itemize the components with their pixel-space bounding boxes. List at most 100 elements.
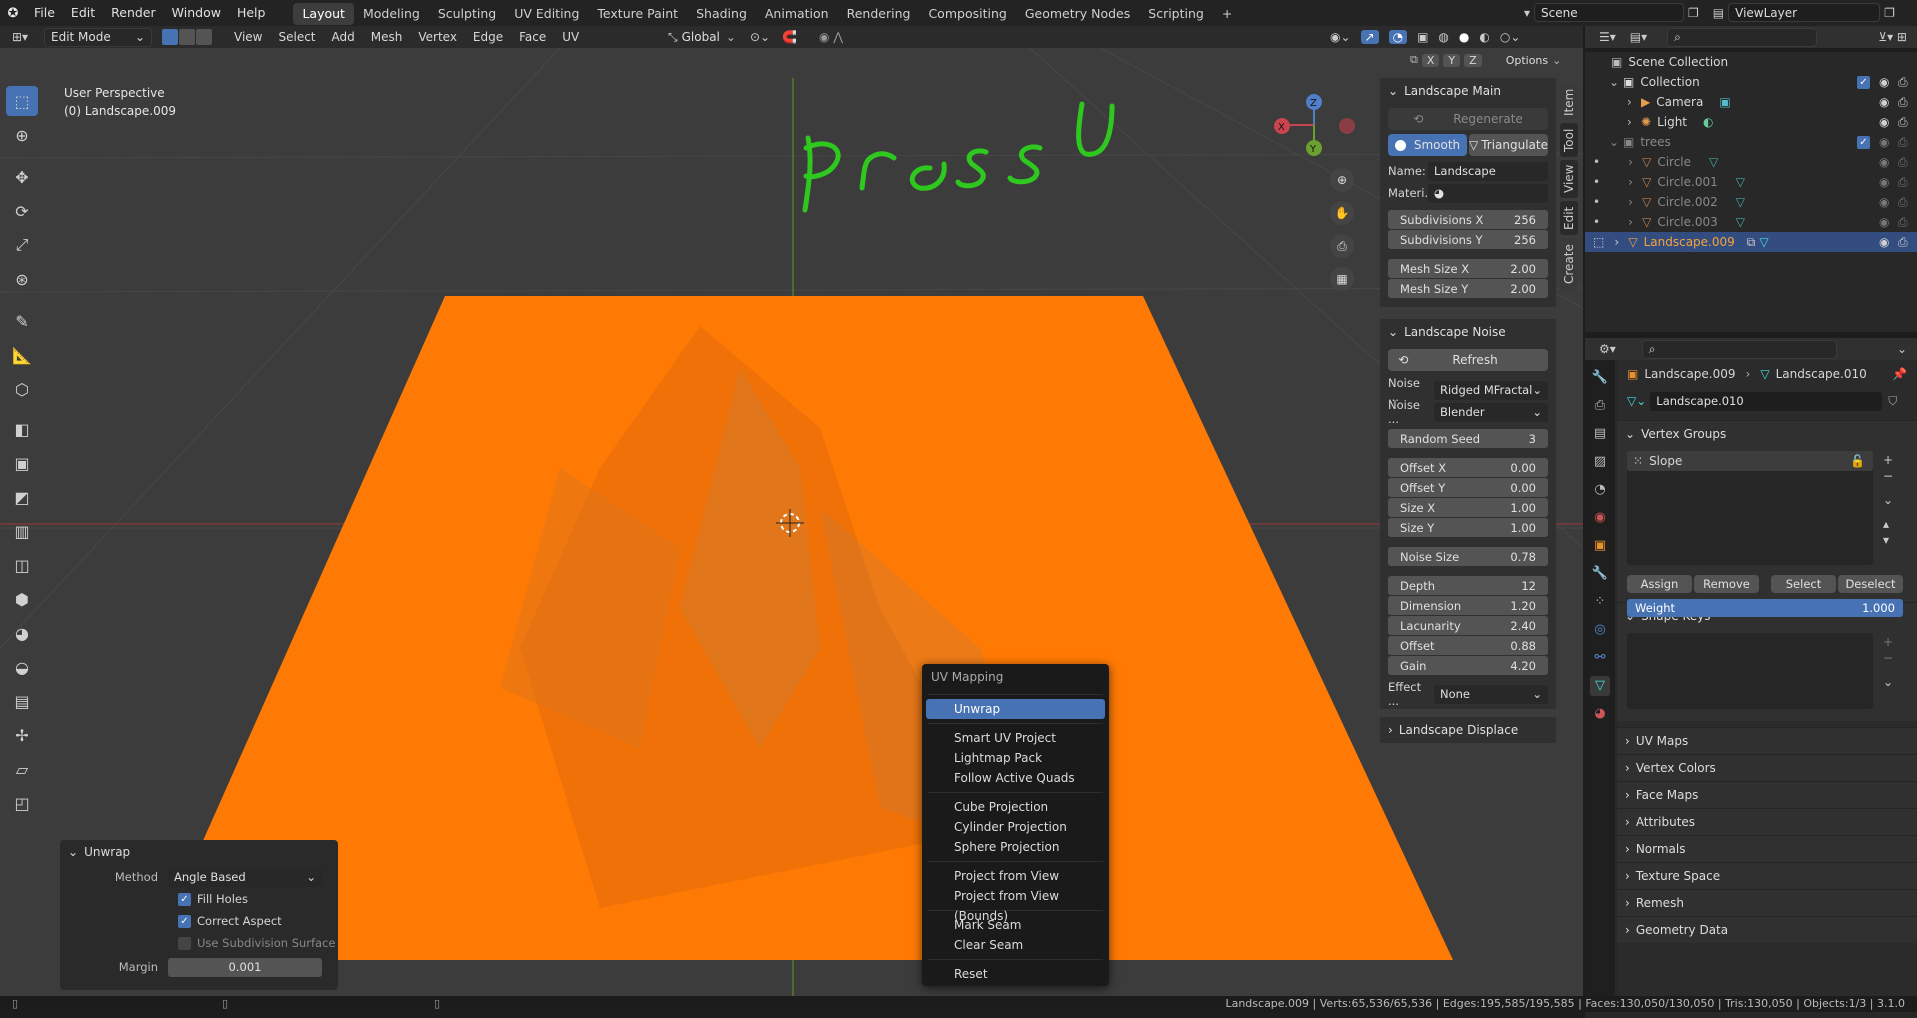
method-select[interactable]: Angle Based ⌄ — [168, 867, 322, 887]
outliner-search[interactable]: ⌕ — [1667, 27, 1818, 47]
noise-type-select[interactable]: Ridged MFractal ⌄ — [1434, 380, 1548, 400]
triangulate-toggle[interactable]: ▽ Triangulate — [1468, 134, 1548, 156]
lock-icon[interactable]: 🔓 — [1850, 454, 1865, 468]
vertex-select-icon[interactable] — [162, 29, 178, 45]
attributes-header[interactable]: › Attributes — [1617, 808, 1917, 835]
copy-icon[interactable]: ❐ — [1884, 6, 1895, 20]
tab-compositing[interactable]: Compositing — [919, 3, 1015, 25]
camera-icon[interactable]: ⎙ — [1898, 75, 1908, 90]
face-select-icon[interactable] — [196, 29, 212, 45]
vertex-groups-header[interactable]: ⌄ Vertex Groups — [1617, 420, 1917, 447]
shrink-fatten-icon[interactable]: ✢ — [6, 720, 38, 750]
chevron-down-icon[interactable]: ⌄ — [1883, 493, 1893, 507]
margin-field[interactable]: 0.001 — [168, 957, 322, 977]
pivot-icon[interactable]: ⊙⌄ — [750, 30, 770, 44]
menu-item-unwrap[interactable]: Unwrap — [926, 699, 1105, 719]
outliner-camera[interactable]: › ▶ Camera ▣ ◉ ⎙ — [1585, 92, 1917, 112]
vertex-group-slope[interactable]: ⁙ Slope 🔓 — [1627, 451, 1873, 471]
menu-vertex[interactable]: Vertex — [410, 30, 465, 44]
geometry-data-header[interactable]: › Geometry Data — [1617, 916, 1917, 943]
tab-sculpting[interactable]: Sculpting — [429, 3, 505, 25]
menu-select[interactable]: Select — [270, 30, 323, 44]
texture-space-header[interactable]: › Texture Space — [1617, 862, 1917, 889]
shading-material-icon[interactable]: ◐ — [1479, 30, 1489, 44]
camera-icon[interactable]: ⎙ — [1898, 135, 1908, 150]
move-down-icon[interactable]: ▾ — [1883, 533, 1893, 547]
tab-rendering[interactable]: Rendering — [838, 3, 920, 25]
assign-button[interactable]: Assign — [1627, 575, 1692, 593]
outliner-circle-001[interactable]: • › ▽ Circle.001 ▽ ◉ ⎙ — [1585, 172, 1917, 192]
subdivisions-x-field[interactable]: Subdivisions X 256 — [1388, 210, 1548, 229]
camera-icon[interactable]: ⎙ — [1898, 115, 1908, 130]
material-field[interactable]: ◕ — [1428, 183, 1548, 203]
physics-tab-icon[interactable]: ◎ — [1590, 620, 1610, 640]
tab-create[interactable]: Create — [1560, 238, 1578, 290]
menu-edit[interactable]: Edit — [63, 0, 103, 26]
outliner-landscape-selected[interactable]: ⬚ › ▽ Landscape.009 ⧉ ▽ ◉ ⎙ — [1585, 232, 1917, 252]
menu-add[interactable]: Add — [324, 30, 363, 44]
proportional-edit-icon[interactable]: ◉ ⋀ — [819, 30, 843, 44]
tab-shading[interactable]: Shading — [687, 3, 756, 25]
subdivision-checkbox[interactable] — [178, 936, 191, 950]
mesh-browse-icon[interactable]: ▽⌄ — [1627, 394, 1646, 408]
menu-item-clear-seam[interactable]: Clear Seam — [922, 935, 1109, 955]
add-icon[interactable]: + — [1883, 453, 1893, 467]
particles-tab-icon[interactable]: ⁘ — [1590, 592, 1610, 612]
menu-item-project-from-view-bounds[interactable]: Project from View (Bounds) — [922, 886, 1109, 923]
poly-build-icon[interactable]: ⬢ — [6, 584, 38, 614]
menu-window[interactable]: Window — [164, 0, 229, 26]
add-workspace-icon[interactable]: + — [1213, 3, 1241, 25]
tab-layout[interactable]: Layout — [293, 2, 354, 25]
axis-x-toggle[interactable]: X — [1421, 53, 1440, 67]
smooth-toggle[interactable]: Smooth — [1388, 134, 1467, 156]
editor-type-icon[interactable]: ⊞▾ — [0, 30, 40, 44]
noise-size-field[interactable]: Noise Size 0.78 — [1388, 547, 1548, 566]
chevron-down-icon[interactable]: ⌄ — [1897, 342, 1907, 356]
menu-mesh[interactable]: Mesh — [363, 30, 411, 44]
tab-edit[interactable]: Edit — [1560, 201, 1578, 235]
menu-item-follow-active-quads[interactable]: Follow Active Quads — [922, 768, 1109, 788]
tab-uv-editing[interactable]: UV Editing — [505, 3, 588, 25]
size-y-field[interactable]: Size Y 1.00 — [1388, 518, 1548, 537]
vertex-colors-header[interactable]: › Vertex Colors — [1617, 754, 1917, 781]
redo-panel-header[interactable]: ⌄ Unwrap — [60, 840, 338, 864]
outliner-circle-002[interactable]: • › ▽ Circle.002 ▽ ◉ ⎙ — [1585, 192, 1917, 212]
extrude-icon[interactable]: ◧ — [6, 414, 38, 444]
ortho-toggle-icon[interactable]: ▦ — [1330, 267, 1354, 291]
eye-icon[interactable]: ◉ — [1879, 135, 1889, 149]
gain-field[interactable]: Gain 4.20 — [1388, 656, 1548, 675]
snap-icon[interactable]: 🧲 — [782, 30, 797, 44]
landscape-main-header[interactable]: ⌄ Landscape Main — [1388, 78, 1548, 104]
shape-key-list[interactable] — [1627, 633, 1873, 709]
eye-icon[interactable]: ◉ — [1879, 75, 1889, 89]
shading-solid-icon[interactable]: ● — [1459, 30, 1469, 44]
uv-maps-header[interactable]: › UV Maps — [1617, 727, 1917, 754]
fake-user-icon[interactable]: ⛉ — [1888, 394, 1897, 409]
knife-icon[interactable]: ◫ — [6, 550, 38, 580]
rip-region-icon[interactable]: ◰ — [6, 788, 38, 818]
blender-logo-icon[interactable]: ✪ — [0, 6, 26, 21]
remesh-header[interactable]: › Remesh — [1617, 889, 1917, 916]
outliner-editor-icon[interactable]: ☰▾ — [1599, 30, 1616, 44]
render-tab-icon[interactable]: ⎙ — [1590, 396, 1610, 416]
material-tab-icon[interactable]: ◕ — [1590, 704, 1610, 724]
refresh-button[interactable]: ⟲ Refresh — [1388, 349, 1548, 371]
select-button[interactable]: Select — [1771, 575, 1836, 593]
axis-z-toggle[interactable]: Z — [1464, 53, 1482, 67]
offset-x-field[interactable]: Offset X 0.00 — [1388, 458, 1548, 477]
scene-tab-icon[interactable]: ◔ — [1590, 480, 1610, 500]
fill-holes-option[interactable]: ✓ Fill Holes — [60, 888, 338, 910]
menu-item-lightmap-pack[interactable]: Lightmap Pack — [922, 748, 1109, 768]
remove-icon[interactable]: − — [1883, 651, 1893, 665]
normals-header[interactable]: › Normals — [1617, 835, 1917, 862]
display-mode-icon[interactable]: ▤▾ — [1630, 30, 1647, 44]
menu-item-cylinder-projection[interactable]: Cylinder Projection — [922, 817, 1109, 837]
outliner-circle-003[interactable]: • › ▽ Circle.003 ▽ ◉ ⎙ — [1585, 212, 1917, 232]
menu-item-smart-uv-project[interactable]: Smart UV Project — [922, 728, 1109, 748]
shading-wireframe-icon[interactable]: ◍ — [1438, 30, 1448, 44]
outliner-scene-collection[interactable]: ▣ Scene Collection — [1585, 52, 1917, 72]
edge-select-icon[interactable] — [179, 29, 195, 45]
regenerate-button[interactable]: ⟲ Regenerate — [1388, 108, 1548, 130]
camera-icon[interactable]: ⎙ — [1898, 235, 1908, 250]
mesh-data-tab-icon[interactable]: ▽ — [1590, 676, 1610, 696]
